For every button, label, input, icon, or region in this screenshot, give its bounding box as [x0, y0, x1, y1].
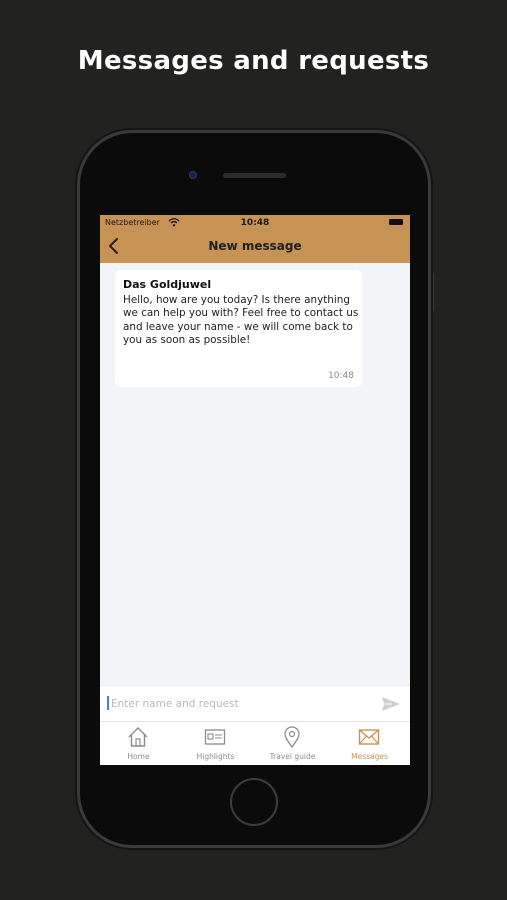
tab-highlights[interactable]: Highlights — [177, 722, 254, 765]
headline: Messages and requests — [77, 46, 430, 76]
message-time: 10:48 — [328, 371, 354, 381]
send-icon[interactable] — [381, 696, 401, 712]
tab-label: Messages — [351, 752, 388, 761]
tab-label: Travel guide — [269, 752, 316, 761]
tab-messages[interactable]: Messages — [331, 722, 408, 765]
tab-home[interactable]: Home — [100, 722, 177, 765]
volume-up-button — [75, 272, 79, 312]
earpiece-speaker — [223, 173, 286, 178]
id-card-icon — [204, 729, 226, 745]
message-text: Hello, how are you today? Is there anyth… — [123, 294, 359, 347]
message-bubble: Das Goldjuwel Hello, how are you today? … — [115, 270, 362, 387]
home-icon — [128, 727, 148, 747]
mute-switch — [75, 218, 79, 240]
phone-screen: Netzbetreiber 10:48 New message Das Gold… — [100, 215, 410, 765]
page-title: New message — [208, 239, 302, 253]
message-input[interactable] — [109, 692, 373, 716]
volume-down-button — [75, 328, 79, 368]
tab-bar: Home Highlights Travel guide Messages — [100, 721, 410, 765]
message-sender: Das Goldjuwel — [123, 278, 212, 291]
map-pin-icon — [284, 726, 300, 748]
battery-icon — [389, 219, 403, 225]
envelope-icon — [358, 729, 380, 745]
home-button[interactable] — [230, 778, 278, 826]
power-button — [430, 272, 434, 312]
front-camera — [189, 171, 197, 179]
message-composer — [100, 685, 410, 722]
tab-label: Home — [127, 752, 150, 761]
tab-travel-guide[interactable]: Travel guide — [254, 722, 331, 765]
nav-bar: New message — [100, 233, 410, 261]
status-bar: Netzbetreiber 10:48 — [100, 217, 410, 231]
app-header: Netzbetreiber 10:48 New message — [100, 215, 410, 263]
tab-label: Highlights — [196, 752, 235, 761]
status-time: 10:48 — [240, 218, 270, 228]
